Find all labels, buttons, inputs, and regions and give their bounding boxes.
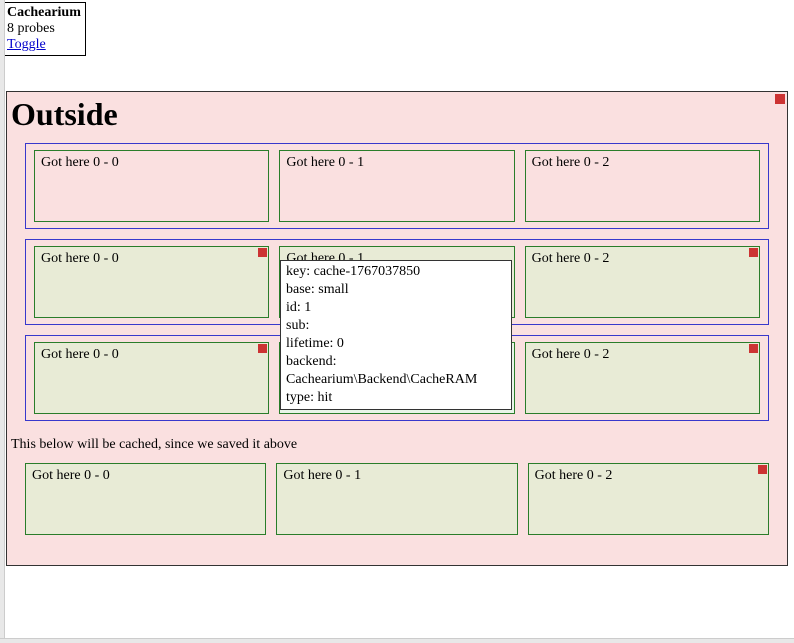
cell-badge — [749, 344, 758, 353]
cell-label: Got here 0 - 0 — [41, 155, 119, 170]
header-title: Cachearium — [7, 5, 81, 21]
cell-label: Got here 0 - 1 — [286, 155, 364, 170]
cache-caption: This below will be cached, since we save… — [11, 437, 783, 453]
cache-cell: Got here 0 - 2 — [525, 246, 760, 318]
cell-badge — [758, 465, 767, 474]
cache-cell: Got here 0 - 1 — [276, 463, 517, 535]
cache-cell: Got here 0 - 0 — [25, 463, 266, 535]
cache-row-1: Got here 0 - 0 Got here 0 - 1 Got here 0… — [25, 143, 769, 229]
cell-badge — [749, 248, 758, 257]
cell-label: Got here 0 - 2 — [532, 347, 610, 362]
cache-tooltip: key: cache-1767037850 base: small id: 1 … — [280, 260, 512, 410]
cell-label: Got here 0 - 2 — [532, 155, 610, 170]
cell-badge — [258, 248, 267, 257]
tooltip-line: key: cache-1767037850 — [286, 263, 506, 281]
cell-badge — [258, 344, 267, 353]
header-probes: 8 probes — [7, 21, 81, 37]
cell-label: Got here 0 - 0 — [41, 347, 119, 362]
cache-cell: Got here 0 - 2 — [525, 342, 760, 414]
cell-label: Got here 0 - 0 — [32, 468, 110, 483]
tooltip-line: lifetime: 0 — [286, 335, 506, 353]
header-box: Cachearium 8 probes Toggle — [2, 2, 86, 56]
cache-cell: Got here 0 - 0 — [34, 246, 269, 318]
panel-corner-badge — [775, 94, 785, 104]
cache-cell: Got here 0 - 0 — [34, 150, 269, 222]
cell-label: Got here 0 - 1 — [283, 468, 361, 483]
tooltip-line: type: hit — [286, 389, 506, 407]
cache-cell: Got here 0 - 1 — [279, 150, 514, 222]
tooltip-line: base: small — [286, 281, 506, 299]
tooltip-line: id: 1 — [286, 299, 506, 317]
main-title: Outside — [11, 96, 787, 133]
cache-cell: Got here 0 - 2 — [528, 463, 769, 535]
tooltip-line: sub: — [286, 317, 506, 335]
cache-cell: Got here 0 - 2 — [525, 150, 760, 222]
scrollbar-left[interactable] — [0, 0, 5, 643]
cell-label: Got here 0 - 2 — [532, 251, 610, 266]
cache-row-4: Got here 0 - 0 Got here 0 - 1 Got here 0… — [25, 463, 769, 535]
tooltip-line: backend: Cachearium\Backend\CacheRAM — [286, 353, 506, 389]
cell-label: Got here 0 - 2 — [535, 468, 613, 483]
cache-cell: Got here 0 - 0 — [34, 342, 269, 414]
cell-label: Got here 0 - 0 — [41, 251, 119, 266]
scrollbar-bottom[interactable] — [0, 638, 794, 643]
toggle-link[interactable]: Toggle — [7, 37, 46, 52]
